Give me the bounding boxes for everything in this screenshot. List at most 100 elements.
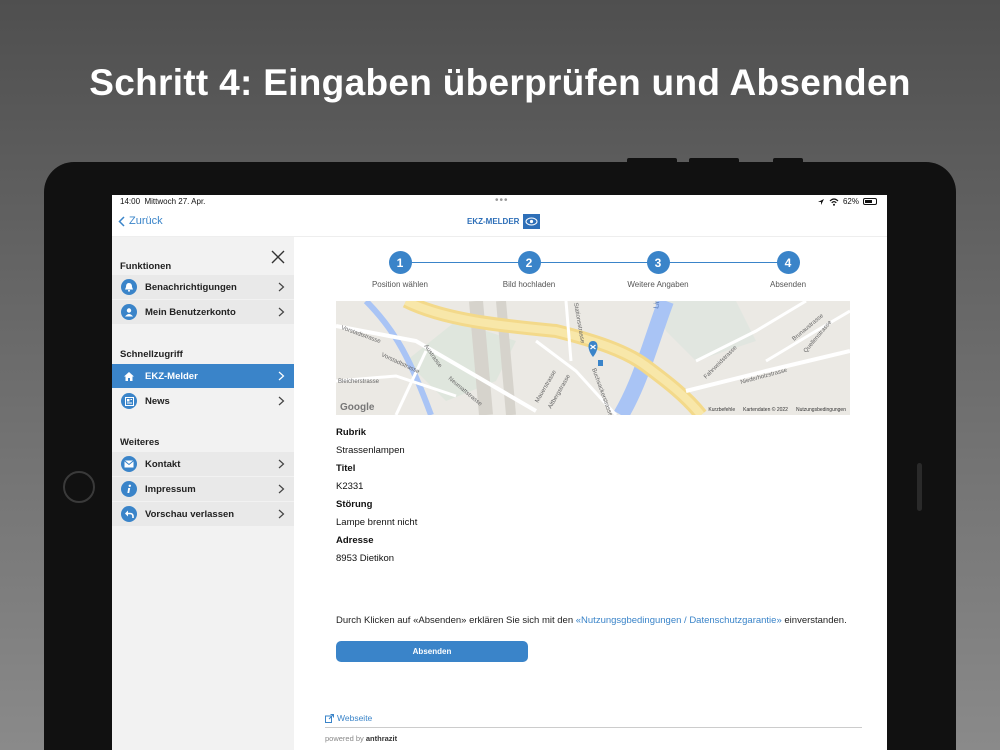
section-title-schnellzugriff: Schnellzugriff xyxy=(120,349,183,360)
map-street-label: Bleicherstrasse xyxy=(338,379,380,385)
powered-by: powered by anthrazit xyxy=(325,734,397,743)
bell-icon xyxy=(121,279,137,295)
field-rubrik: Rubrik Strassenlampen xyxy=(336,427,405,456)
map-data-label: Kartendaten © 2022 xyxy=(743,407,788,413)
sidebar-item-label: Mein Benutzerkonto xyxy=(145,306,236,318)
map-attribution: Kurzbefehle Kartendaten © 2022 Nutzungsb… xyxy=(708,407,846,413)
status-bar: 14:00 Mittwoch 27. Apr. ••• 62% xyxy=(112,195,887,209)
field-value: Strassenlampen xyxy=(336,445,405,456)
close-icon[interactable] xyxy=(270,249,286,265)
status-time: 14:00 xyxy=(120,197,141,206)
status-indicators: 62% xyxy=(817,197,877,206)
powered-brand[interactable]: anthrazit xyxy=(366,734,397,743)
terms-link[interactable]: «Nutzungsgbedingungen / Datenschutzgaran… xyxy=(576,615,782,626)
location-icon xyxy=(817,198,824,205)
sidebar-item-label: News xyxy=(145,395,170,407)
main-content: 1 Position wählen 2 Bild hochladen 3 Wei… xyxy=(294,237,887,750)
field-adresse: Adresse 8953 Dietikon xyxy=(336,535,394,564)
sidebar-item-label: EKZ-Melder xyxy=(145,370,198,382)
footer-divider xyxy=(325,727,862,728)
multitasking-dots[interactable]: ••• xyxy=(495,195,509,206)
sidebar-item-label: Impressum xyxy=(145,483,196,495)
chevron-right-icon xyxy=(278,484,285,494)
back-button[interactable]: Zurück xyxy=(118,215,163,227)
section-title-funktionen: Funktionen xyxy=(120,261,172,272)
map-terms-link[interactable]: Nutzungsbedingungen xyxy=(796,407,846,413)
status-date: Mittwoch 27. Apr. xyxy=(144,197,206,206)
sidebar-menu: Funktionen Benachrichtigungen Mein Benut… xyxy=(112,237,294,750)
step-number: 2 xyxy=(517,251,541,274)
step-4[interactable]: 4 Absenden xyxy=(728,251,848,289)
field-value: Lampe brennt nicht xyxy=(336,517,418,528)
tablet-home-button xyxy=(63,471,95,503)
sidebar-item-benachrichtigungen[interactable]: Benachrichtigungen xyxy=(112,275,294,299)
train-station-icon xyxy=(598,360,603,366)
field-value: 8953 Dietikon xyxy=(336,553,395,564)
submit-button[interactable]: Absenden xyxy=(336,641,528,662)
info-icon xyxy=(121,481,137,497)
location-map[interactable]: Vorstadtstrasse Vorstadtstrasse Austrass… xyxy=(336,301,850,415)
wifi-icon xyxy=(829,197,839,206)
google-logo: Google xyxy=(340,402,375,413)
step-2[interactable]: 2 Bild hochladen xyxy=(469,251,589,289)
website-label: Webseite xyxy=(337,713,373,723)
field-label: Titel xyxy=(336,463,356,474)
mail-icon xyxy=(121,456,137,472)
chevron-right-icon xyxy=(278,371,285,381)
step-number: 1 xyxy=(388,251,412,274)
sidebar-item-ekz-melder[interactable]: EKZ-Melder xyxy=(112,364,294,388)
back-label: Zurück xyxy=(129,215,163,227)
step-1[interactable]: 1 Position wählen xyxy=(340,251,460,289)
chevron-right-icon xyxy=(278,282,285,292)
sidebar-item-label: Benachrichtigungen xyxy=(145,281,237,293)
field-label: Adresse xyxy=(336,535,374,546)
brand: EKZ-MELDER xyxy=(467,214,541,229)
chevron-right-icon xyxy=(278,307,285,317)
sidebar-item-label: Kontakt xyxy=(145,458,181,470)
consent-after: einverstanden. xyxy=(781,615,847,626)
sidebar-item-news[interactable]: News xyxy=(112,389,294,413)
sidebar-item-benutzerkonto[interactable]: Mein Benutzerkonto xyxy=(112,300,294,324)
status-datetime: 14:00 Mittwoch 27. Apr. xyxy=(120,197,205,206)
consent-text: Durch Klicken auf «Absenden» erklären Si… xyxy=(336,615,847,626)
page-headline: Schritt 4: Eingaben überprüfen und Absen… xyxy=(89,62,911,103)
chevron-right-icon xyxy=(278,459,285,469)
step-label: Weitere Angaben xyxy=(627,280,689,289)
section-title-weiteres: Weiteres xyxy=(120,437,160,448)
website-link[interactable]: Webseite xyxy=(325,713,372,723)
battery-icon xyxy=(863,198,877,205)
chevron-left-icon xyxy=(118,215,125,227)
news-icon xyxy=(121,393,137,409)
back-arrow-icon xyxy=(121,506,137,522)
user-icon xyxy=(121,304,137,320)
field-label: Störung xyxy=(336,499,373,510)
step-number: 4 xyxy=(776,251,800,274)
sidebar-item-impressum[interactable]: Impressum xyxy=(112,477,294,501)
map-shortcuts-link[interactable]: Kurzbefehle xyxy=(708,407,735,413)
step-label: Bild hochladen xyxy=(502,280,556,289)
nav-bar: Zurück EKZ-MELDER xyxy=(112,209,887,237)
step-label: Absenden xyxy=(769,280,807,289)
step-label: Position wählen xyxy=(371,280,429,289)
home-icon xyxy=(121,368,137,384)
app-screen: 14:00 Mittwoch 27. Apr. ••• 62% Zurück E… xyxy=(112,195,887,750)
sidebar-item-label: Vorschau verlassen xyxy=(145,508,235,520)
chevron-right-icon xyxy=(278,396,285,406)
sidebar-item-kontakt[interactable]: Kontakt xyxy=(112,452,294,476)
brand-name: EKZ-MELDER xyxy=(467,217,520,226)
step-number: 3 xyxy=(646,251,670,274)
progress-stepper: 1 Position wählen 2 Bild hochladen 3 Wei… xyxy=(340,251,854,291)
tablet-side-button xyxy=(917,463,922,511)
field-value: K2331 xyxy=(336,481,364,492)
powered-prefix: powered by xyxy=(325,734,366,743)
field-stoerung: Störung Lampe brennt nicht xyxy=(336,499,417,528)
consent-before: Durch Klicken auf «Absenden» erklären Si… xyxy=(336,615,576,626)
battery-percent: 62% xyxy=(842,197,859,206)
map-tiles: Vorstadtstrasse Vorstadtstrasse Austrass… xyxy=(336,301,850,415)
external-link-icon xyxy=(325,713,334,723)
field-label: Rubrik xyxy=(336,427,367,438)
field-titel: Titel K2331 xyxy=(336,463,363,492)
sidebar-item-vorschau-verlassen[interactable]: Vorschau verlassen xyxy=(112,502,294,526)
eye-logo-icon xyxy=(523,214,541,229)
step-3[interactable]: 3 Weitere Angaben xyxy=(598,251,718,289)
